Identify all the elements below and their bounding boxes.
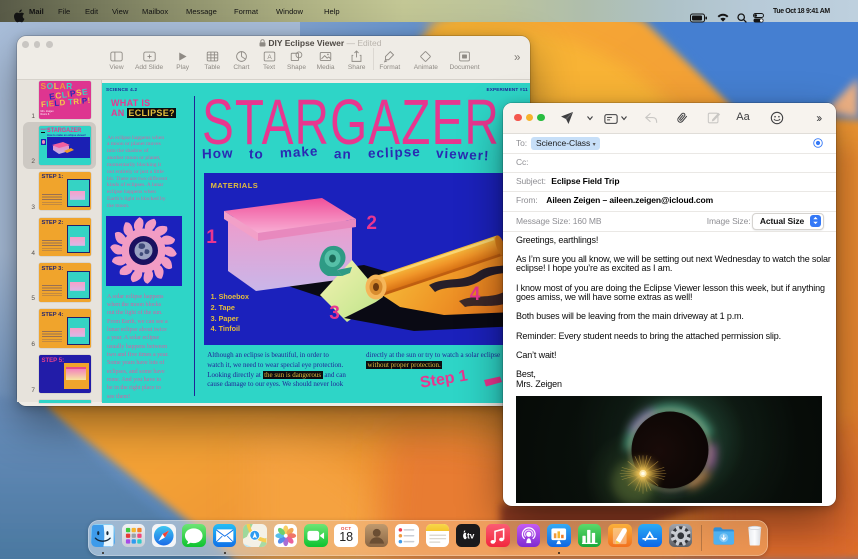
svg-text:tv: tv <box>467 530 475 540</box>
svg-text:A: A <box>267 53 272 60</box>
